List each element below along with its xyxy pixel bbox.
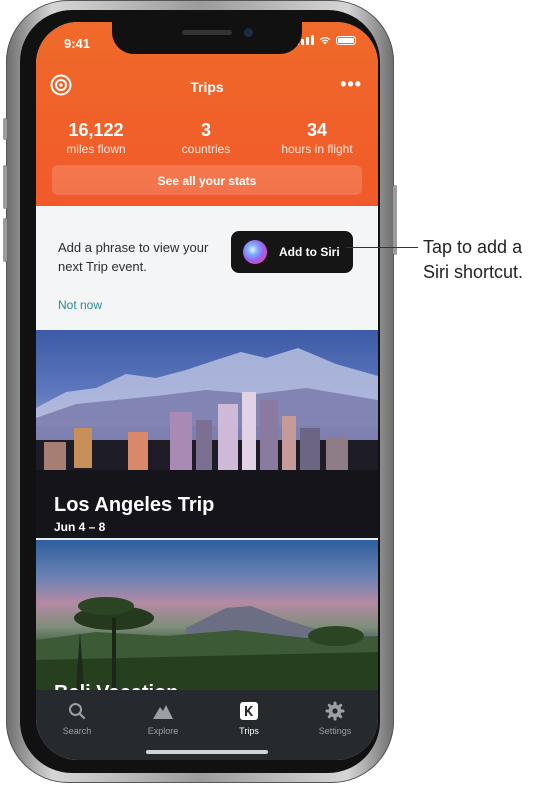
tab-search[interactable]: Search (42, 700, 112, 736)
callout-line (346, 247, 418, 248)
phone-frame: 9:41 Trips ••• 16,122 miles flown 3 coun… (3, 0, 397, 783)
tab-explore[interactable]: Explore (128, 700, 198, 736)
tab-trips[interactable]: Trips (214, 700, 284, 736)
stat-label: miles flown (66, 142, 126, 156)
not-now-link[interactable]: Not now (58, 298, 102, 312)
stat-label: hours in flight (281, 142, 353, 156)
search-icon (69, 703, 86, 720)
wifi-icon (319, 36, 331, 44)
tab-label: Settings (318, 726, 352, 736)
trip-dates: Jun 4 – 8 (54, 520, 106, 534)
k-logo-icon (240, 702, 258, 720)
stat-hours: 34 hours in flight (256, 120, 378, 156)
tab-bar: Search Explore Trips Settings (36, 690, 378, 760)
callout-line-1: Tap to add a (423, 237, 523, 257)
home-indicator[interactable] (146, 750, 268, 754)
stat-label: countries (181, 142, 231, 156)
volume-down-button (3, 218, 7, 262)
battery-icon (336, 35, 356, 45)
status-time: 9:41 (64, 36, 91, 51)
status-icons (296, 35, 356, 45)
tab-label: Search (62, 726, 92, 736)
siri-prompt-text: Add a phrase to view your next Trip even… (58, 240, 209, 274)
siri-icon (243, 240, 267, 264)
trip-card-los-angeles[interactable]: Los Angeles Trip Jun 4 – 8 (36, 330, 378, 538)
speaker (182, 30, 232, 35)
tab-label: Explore (147, 726, 179, 736)
volume-up-button (3, 165, 7, 209)
stat-countries: 3 countries (156, 120, 256, 156)
stat-miles: 16,122 miles flown (36, 120, 156, 156)
see-all-stats-button[interactable]: See all your stats (52, 165, 362, 195)
add-to-siri-label: Add to Siri (279, 245, 340, 259)
page-title: Trips (190, 79, 224, 95)
screen: 9:41 Trips ••• 16,122 miles flown 3 coun… (36, 22, 378, 760)
gear-icon (325, 701, 345, 721)
power-button (393, 185, 397, 255)
add-to-siri-button[interactable]: Add to Siri (231, 231, 353, 273)
stat-value: 3 (200, 120, 211, 140)
silent-switch (3, 118, 7, 140)
trip-title: Bali Vacation (54, 682, 179, 690)
callout-text: Tap to add a Siri shortcut. (423, 235, 523, 285)
bali-photo (36, 597, 378, 690)
trip-card-bali[interactable]: Bali Vacation (36, 540, 378, 690)
camera (244, 28, 253, 37)
notch (112, 22, 302, 54)
stats-row: 16,122 miles flown 3 countries 34 hours … (36, 120, 378, 156)
stat-value: 34 (306, 120, 328, 140)
stat-value: 16,122 (68, 120, 124, 140)
tab-settings[interactable]: Settings (300, 700, 370, 736)
trip-title: Los Angeles Trip (54, 494, 215, 516)
callout-line-2: Siri shortcut. (423, 262, 524, 282)
siri-suggestion-card: Add a phrase to view your next Trip even… (36, 206, 378, 330)
more-options-icon[interactable]: ••• (340, 74, 362, 95)
mountain-icon (153, 705, 173, 719)
tab-label: Trips (239, 726, 259, 736)
